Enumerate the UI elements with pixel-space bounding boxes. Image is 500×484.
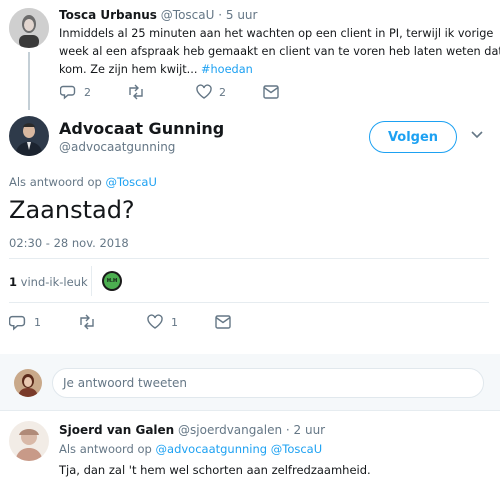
- divider: [9, 258, 489, 259]
- tweet-timestamp[interactable]: 02:30 - 28 nov. 2018: [9, 236, 129, 250]
- follow-button[interactable]: Volgen: [369, 121, 457, 153]
- message-icon[interactable]: [215, 315, 231, 329]
- author-name[interactable]: Advocaat Gunning: [59, 119, 224, 138]
- avatar-tosca[interactable]: [9, 8, 49, 48]
- reply-count: 1: [34, 316, 41, 329]
- message-icon[interactable]: [263, 85, 279, 99]
- reply-count: 2: [84, 86, 91, 99]
- reply-to-link[interactable]: @advocaatgunning: [156, 442, 268, 456]
- reply-context: Als antwoord op @advocaatgunning @ToscaU: [59, 442, 323, 456]
- tweet-time[interactable]: · 5 uur: [218, 8, 257, 22]
- reply-tweet-header: Sjoerd van Galen @sjoerdvangalen · 2 uur: [59, 423, 325, 437]
- author-handle[interactable]: @ToscaU: [161, 8, 215, 22]
- chevron-down-icon[interactable]: [470, 130, 484, 140]
- reply-tweet-text: Tja, dan zal 't hem wel schorten aan zel…: [59, 463, 371, 477]
- likes-stat[interactable]: 1 vind-ik-leuk: [9, 275, 88, 289]
- divider: [9, 302, 489, 303]
- retweet-icon[interactable]: [127, 84, 145, 100]
- liker-avatar[interactable]: H.H: [102, 271, 122, 291]
- like-icon[interactable]: [196, 84, 212, 100]
- like-icon[interactable]: [147, 314, 163, 330]
- tweet1-text: Inmiddels al 25 minuten aan het wachten …: [59, 27, 500, 76]
- reply-to-link[interactable]: @ToscaU: [271, 442, 322, 456]
- thread-line: [28, 52, 30, 110]
- like-count: 1: [171, 316, 178, 329]
- tweet1-header: Tosca Urbanus @ToscaU · 5 uur: [59, 8, 257, 22]
- tweet-time[interactable]: · 2 uur: [286, 423, 325, 437]
- stat-divider: [91, 266, 92, 296]
- tweet-text: Zaanstad?: [9, 196, 135, 224]
- reply-to-link[interactable]: @ToscaU: [106, 175, 157, 189]
- avatar-gunning[interactable]: [9, 116, 49, 156]
- avatar-sjoerd[interactable]: [9, 421, 49, 461]
- author-name[interactable]: Tosca Urbanus: [59, 8, 157, 22]
- reply-input[interactable]: Je antwoord tweeten: [52, 368, 484, 398]
- reply-context: Als antwoord op @ToscaU: [9, 175, 157, 189]
- hashtag-link[interactable]: #hoedan: [201, 63, 253, 76]
- author-name[interactable]: Sjoerd van Galen: [59, 423, 174, 437]
- reply-icon[interactable]: [60, 84, 76, 100]
- like-count: 2: [219, 86, 226, 99]
- user-avatar[interactable]: [14, 369, 42, 397]
- author-handle[interactable]: @sjoerdvangalen: [178, 423, 282, 437]
- reply-icon[interactable]: [9, 314, 26, 331]
- divider: [0, 410, 500, 411]
- retweet-icon[interactable]: [78, 314, 96, 330]
- author-handle[interactable]: @advocaatgunning: [59, 140, 175, 154]
